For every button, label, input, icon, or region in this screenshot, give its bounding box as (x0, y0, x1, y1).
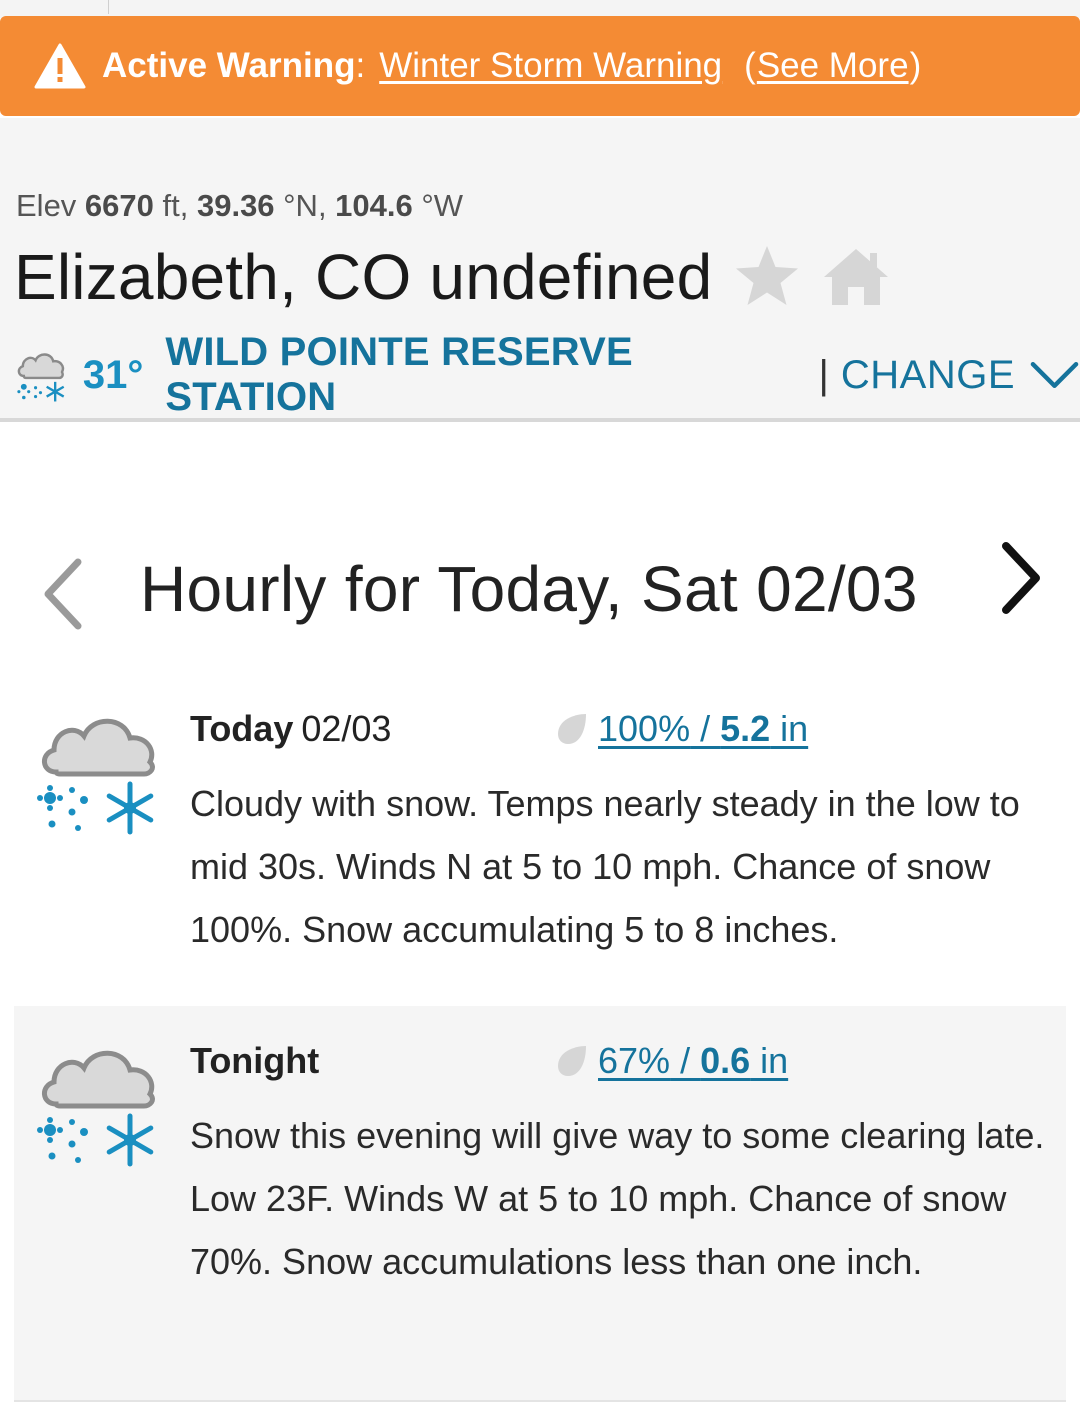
precip-percent: 67% (598, 1040, 671, 1081)
see-more-open-paren: ( (744, 46, 756, 85)
precip-unit: in (750, 1040, 789, 1081)
home-icon[interactable] (820, 245, 892, 309)
divider (108, 0, 109, 14)
location-header: Elev 6670 ft, 39.36 °N, 104.6 °W Elizabe… (0, 118, 1080, 422)
city-row: Elizabeth, CO undefined (14, 240, 892, 314)
precip-separator: / (670, 1040, 701, 1081)
precip-amount: 5.2 (720, 708, 771, 749)
precip-link[interactable]: 67% / 0.6 in (598, 1040, 788, 1082)
hourly-nav: Hourly for Today, Sat 02/03 (0, 530, 1080, 650)
station-name-link[interactable]: WILD POINTE RESERVE STATION (165, 330, 802, 420)
latitude-unit: °N, (274, 188, 336, 223)
precip-unit: in (770, 708, 809, 749)
chevron-left-icon[interactable] (38, 556, 88, 632)
longitude-unit: °W (412, 188, 464, 223)
elevation-coordinates: Elev 6670 ft, 39.36 °N, 104.6 °W (16, 188, 463, 224)
precip-summary: 100% / 5.2 in (554, 708, 808, 750)
forecast-item-today: Today 02/03 100% / 5.2 in Cloudy with sno… (14, 690, 1066, 990)
station-row: 31° WILD POINTE RESERVE STATION | CHANGE (14, 330, 1080, 420)
forecast-day: Tonight (190, 1040, 320, 1081)
station-separator: | (818, 352, 829, 397)
forecast-day: Today (190, 708, 294, 749)
change-station-button[interactable]: CHANGE (841, 353, 1015, 398)
forecast-heading: Tonight (190, 1040, 319, 1082)
precip-summary: 67% / 0.6 in (554, 1040, 788, 1082)
latitude-value: 39.36 (196, 188, 275, 223)
snow-cloud-icon (37, 718, 155, 835)
longitude-value: 104.6 (335, 188, 413, 223)
snow-cloud-icon (17, 353, 65, 402)
warning-colon: : (355, 46, 366, 85)
forecast-description: Snow this evening will give way to some … (190, 1115, 1045, 1282)
chevron-right-icon[interactable] (996, 540, 1046, 616)
see-more-link[interactable]: See More (757, 46, 909, 85)
star-icon[interactable] (732, 242, 802, 312)
see-more-close-paren: ) (909, 46, 922, 85)
warning-label: Active Warning (102, 46, 356, 85)
precip-link[interactable]: 100% / 5.2 in (598, 708, 808, 750)
city-name: Elizabeth, CO undefined (14, 241, 713, 313)
raindrop-icon (558, 714, 586, 744)
elev-unit: ft, (153, 188, 197, 223)
forecast-heading: Today 02/03 (190, 708, 391, 750)
station-temperature: 31° (82, 352, 144, 397)
see-more-wrapper: (See More) (744, 46, 921, 86)
active-warning-banner[interactable]: Active Warning: Winter Storm Warning (Se… (0, 16, 1080, 116)
forecast-date: 02/03 (301, 708, 392, 749)
precip-percent: 100% (598, 708, 691, 749)
chevron-down-icon[interactable] (1029, 358, 1080, 392)
snow-cloud-icon (37, 1050, 155, 1167)
winter-storm-warning-link[interactable]: Winter Storm Warning (379, 46, 722, 86)
precip-amount: 0.6 (700, 1040, 751, 1081)
warning-triangle-icon (34, 43, 86, 89)
raindrop-icon (558, 1046, 586, 1076)
hourly-title: Hourly for Today, Sat 02/03 (140, 553, 918, 625)
forecast-description: Cloudy with snow. Temps nearly steady in… (190, 783, 1020, 950)
forecast-item-tonight: Tonight 67% / 0.6 in Snow this evening w… (14, 1006, 1066, 1402)
precip-separator: / (690, 708, 721, 749)
elev-prefix: Elev (16, 188, 85, 223)
elev-value: 6670 (84, 188, 154, 223)
